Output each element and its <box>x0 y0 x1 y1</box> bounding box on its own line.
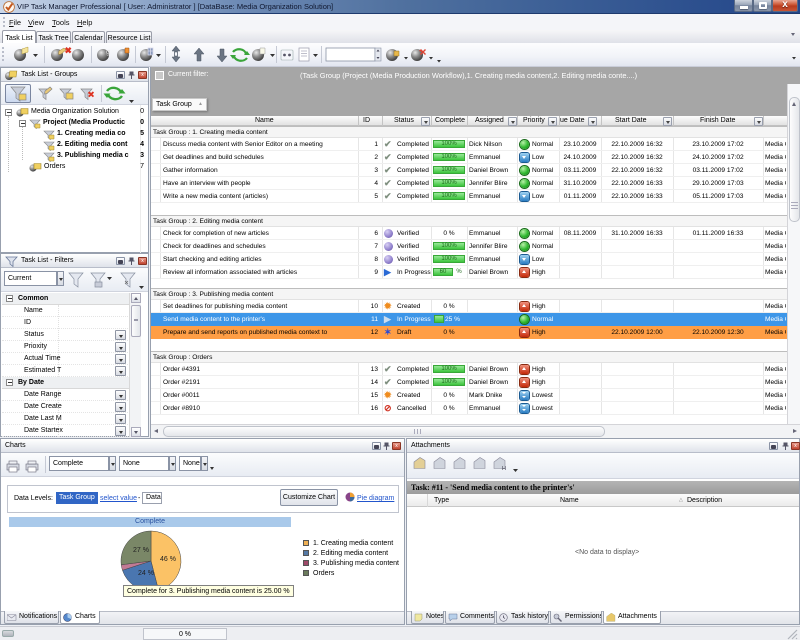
svg-text:g: g <box>106 49 110 56</box>
svg-text:H: H <box>502 466 506 472</box>
